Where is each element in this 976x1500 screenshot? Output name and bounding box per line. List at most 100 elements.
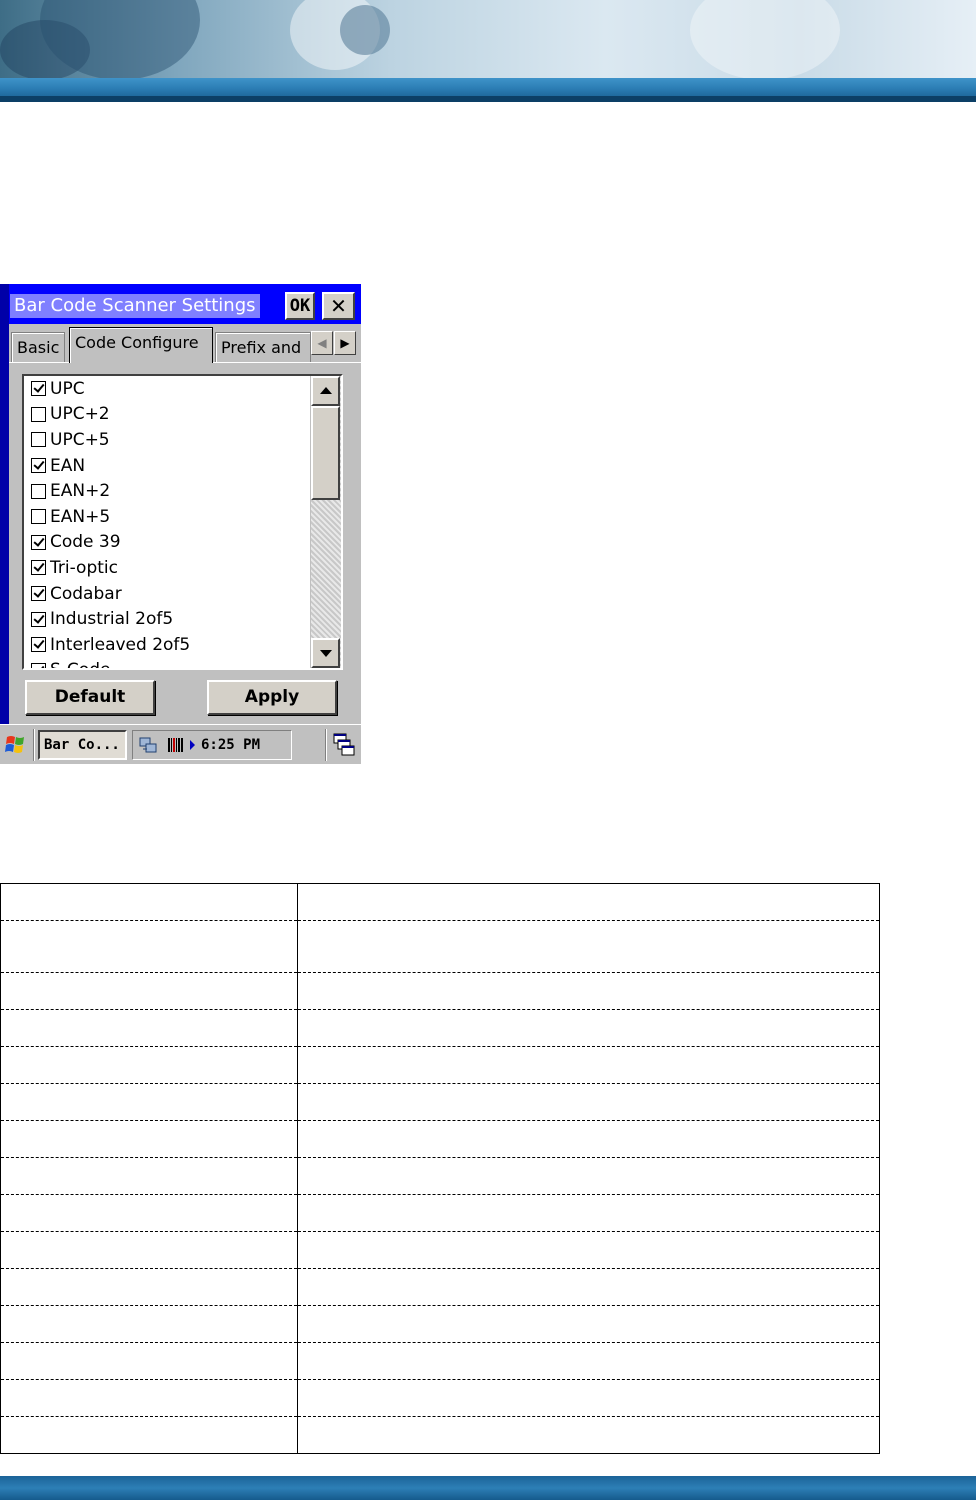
table-cell-right — [297, 1268, 880, 1306]
list-item-label: UPC — [50, 378, 85, 399]
table-cell-right — [297, 1342, 880, 1380]
checkbox[interactable] — [31, 483, 46, 499]
table-cell-left — [0, 1009, 298, 1047]
tab-scroll-right-button[interactable]: ▶ — [334, 331, 356, 355]
tab-strip: Basic Code Configure Prefix and ◀ ▶ — [9, 324, 361, 364]
checkbox[interactable] — [31, 406, 46, 422]
table-cell-left — [0, 883, 298, 921]
checkbox[interactable] — [31, 458, 46, 474]
list-item[interactable]: Codabar — [24, 581, 312, 607]
table-row — [0, 1046, 880, 1084]
list-item[interactable]: EAN — [24, 453, 312, 479]
checkbox[interactable] — [31, 432, 46, 448]
table-cell-right — [297, 1194, 880, 1232]
clock[interactable]: 6:25 PM — [201, 733, 260, 757]
table-row — [0, 920, 880, 973]
close-icon: ✕ — [330, 294, 347, 318]
ok-button[interactable]: OK — [285, 292, 315, 320]
tray-arrow-icon[interactable] — [190, 740, 195, 750]
default-button[interactable]: Default — [25, 680, 155, 715]
close-button[interactable]: ✕ — [322, 292, 355, 320]
checkbox[interactable] — [31, 534, 46, 550]
apply-button[interactable]: Apply — [207, 680, 337, 715]
checkbox[interactable] — [31, 637, 46, 653]
list-item[interactable]: UPC+5 — [24, 427, 312, 453]
table-cell-right — [297, 1157, 880, 1195]
checkbox[interactable] — [31, 611, 46, 627]
tab-prefix-and[interactable]: Prefix and — [215, 332, 311, 362]
scroll-up-button[interactable] — [311, 376, 340, 406]
table-cell-left — [0, 1194, 298, 1232]
list-item[interactable]: S-Code — [24, 658, 312, 668]
list-item-label: Code 39 — [50, 532, 121, 553]
table-cell-right — [297, 1305, 880, 1343]
table-row — [0, 1009, 880, 1047]
checkbox[interactable] — [31, 509, 46, 525]
table-cell-left — [0, 1342, 298, 1380]
tab-code-configure[interactable]: Code Configure — [69, 327, 213, 363]
table-row — [0, 1157, 880, 1195]
list-item[interactable]: Interleaved 2of5 — [24, 632, 312, 658]
table-row — [0, 1083, 880, 1121]
table-cell-right — [297, 1416, 880, 1454]
table-row — [0, 1416, 880, 1454]
list-item-label: S-Code — [50, 660, 110, 668]
table-cell-right — [297, 1231, 880, 1269]
tab-scroll-arrows: ◀ ▶ — [311, 331, 357, 357]
checkbox[interactable] — [31, 662, 46, 668]
table-cell-left — [0, 1120, 298, 1158]
list-item[interactable]: EAN+5 — [24, 504, 312, 530]
header-banner — [0, 0, 976, 102]
checkbox[interactable] — [31, 560, 46, 576]
taskbar-app-button[interactable]: Bar Co... — [38, 730, 127, 760]
table-cell-left — [0, 1416, 298, 1454]
list-scrollbar[interactable] — [310, 376, 341, 668]
tab-scroll-left-button[interactable]: ◀ — [311, 331, 333, 355]
table-cell-right — [297, 1120, 880, 1158]
table-row — [0, 1268, 880, 1306]
list-item[interactable]: Code 39 — [24, 530, 312, 556]
list-item[interactable]: Tri-optic — [24, 555, 312, 581]
table-cell-left — [0, 1379, 298, 1417]
code-configure-panel: UPC UPC+2 UPC+5 EAN EAN+2 EAN+5 Code 39 Tri-opt… — [9, 362, 361, 725]
table-cell-left — [0, 972, 298, 1010]
list-item-label: EAN+2 — [50, 481, 111, 502]
table-cell-right — [297, 883, 880, 921]
list-item[interactable]: UPC — [24, 376, 312, 402]
list-item-label: Interleaved 2of5 — [50, 634, 191, 655]
desktop-icon[interactable] — [330, 731, 356, 757]
scroll-thumb[interactable] — [311, 406, 340, 500]
list-item[interactable]: UPC+2 — [24, 402, 312, 428]
device-screenshot: Bar Code Scanner Settings OK ✕ Basic Cod… — [0, 284, 361, 764]
chevron-left-icon: ◀ — [317, 336, 327, 350]
checkbox[interactable] — [31, 586, 46, 602]
table-cell-left — [0, 1157, 298, 1195]
table-row — [0, 1194, 880, 1232]
table-row — [0, 1305, 880, 1343]
table-row — [0, 1379, 880, 1417]
table-cell-left — [0, 1083, 298, 1121]
taskbar: Bar Co... 6:25 PM — [0, 724, 361, 764]
list-item-label: Codabar — [50, 583, 122, 604]
title-bar: Bar Code Scanner Settings OK ✕ — [0, 284, 361, 324]
windows-start-icon[interactable] — [4, 733, 30, 757]
symbology-list[interactable]: UPC UPC+2 UPC+5 EAN EAN+2 EAN+5 Code 39 Tri-opt… — [22, 374, 343, 670]
tab-basic[interactable]: Basic — [11, 332, 65, 362]
table-row — [0, 1231, 880, 1269]
table-cell-right — [297, 1046, 880, 1084]
checkbox[interactable] — [31, 381, 46, 397]
table-row — [0, 1342, 880, 1380]
table-cell-left — [0, 1231, 298, 1269]
empty-table — [0, 883, 880, 1454]
scroll-down-button[interactable] — [311, 638, 340, 668]
window-left-edge — [0, 284, 9, 724]
table-cell-right — [297, 972, 880, 1010]
table-cell-right — [297, 920, 880, 973]
barcode-icon[interactable] — [167, 737, 185, 753]
list-item[interactable]: Industrial 2of5 — [24, 606, 312, 632]
table-cell-right — [297, 1083, 880, 1121]
table-row — [0, 883, 880, 921]
network-icon[interactable] — [138, 735, 158, 755]
list-item[interactable]: EAN+2 — [24, 478, 312, 504]
list-item-label: UPC+2 — [50, 404, 110, 425]
